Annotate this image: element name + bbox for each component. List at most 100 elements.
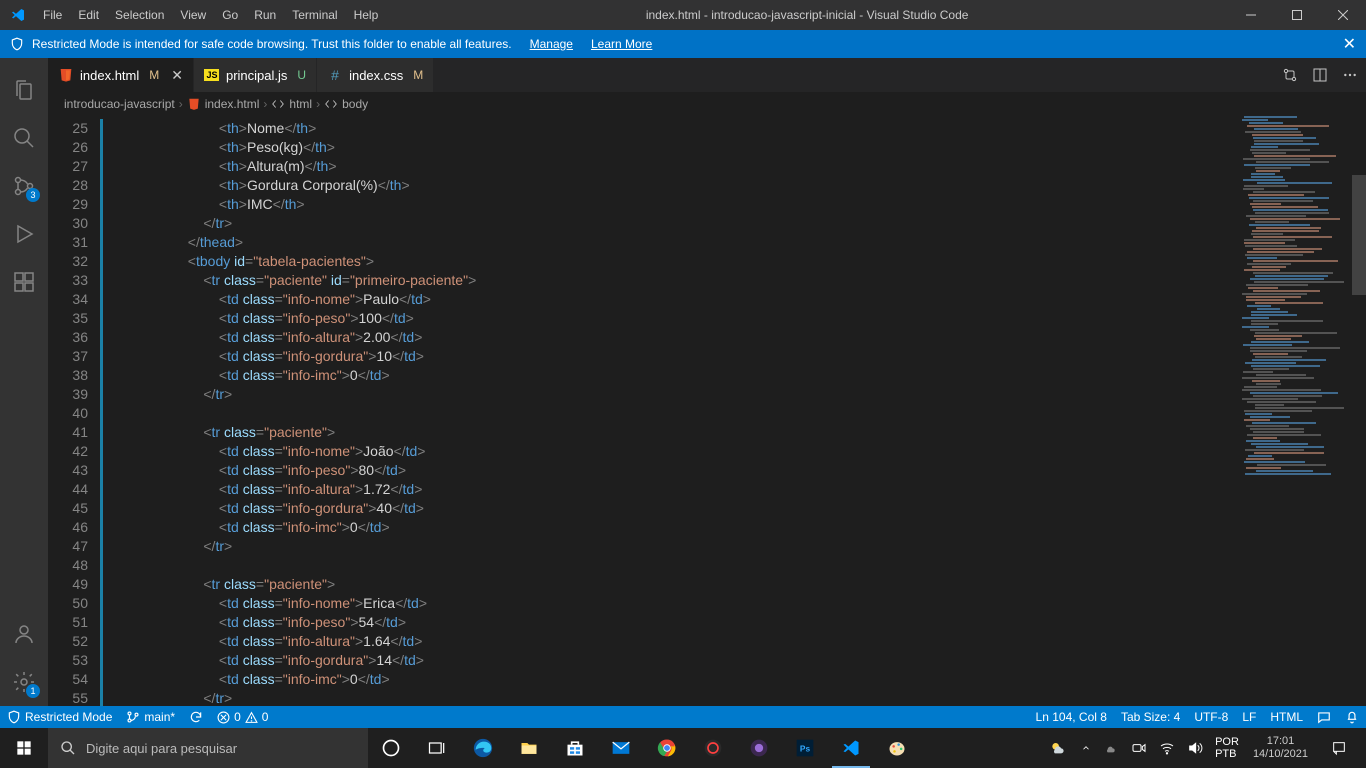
tab-label: principal.js: [226, 68, 287, 83]
breadcrumb-item[interactable]: body: [324, 97, 368, 111]
status-eol[interactable]: LF: [1235, 706, 1263, 728]
source-control-icon[interactable]: 3: [0, 162, 48, 210]
breadcrumb-separator: ›: [263, 97, 267, 111]
account-icon[interactable]: [0, 610, 48, 658]
taskbar-clock[interactable]: 17:01 14/10/2021: [1245, 735, 1316, 761]
menu-go[interactable]: Go: [214, 0, 246, 30]
breadcrumb-item[interactable]: index.html: [187, 97, 260, 111]
file-icon: #: [327, 67, 343, 83]
status-errors-count: 0: [234, 710, 241, 724]
manage-link[interactable]: Manage: [530, 37, 573, 51]
more-actions-icon[interactable]: [1342, 67, 1358, 83]
menubar: FileEditSelectionViewGoRunTerminalHelp: [35, 0, 386, 30]
menu-file[interactable]: File: [35, 0, 70, 30]
status-lncol[interactable]: Ln 104, Col 8: [1029, 706, 1114, 728]
svg-text:Ps: Ps: [800, 743, 811, 753]
window-controls: [1228, 0, 1366, 30]
menu-help[interactable]: Help: [346, 0, 387, 30]
learn-more-link[interactable]: Learn More: [591, 37, 652, 51]
app-icon-1[interactable]: [690, 728, 736, 768]
status-branch-label: main*: [144, 710, 175, 724]
tab-close-icon[interactable]: ✕: [171, 67, 183, 84]
close-banner-icon[interactable]: ✕: [1343, 34, 1356, 54]
search-placeholder: Digite aqui para pesquisar: [86, 741, 237, 756]
tab-principal-js[interactable]: JS principal.js U: [194, 58, 317, 92]
mail-icon[interactable]: [598, 728, 644, 768]
code-content[interactable]: <th>Nome</th> <th>Peso(kg)</th> <th>Altu…: [110, 115, 1366, 706]
weather-icon[interactable]: [1043, 728, 1075, 768]
extensions-icon[interactable]: [0, 258, 48, 306]
photoshop-icon[interactable]: Ps: [782, 728, 828, 768]
menu-view[interactable]: View: [172, 0, 214, 30]
paint-icon[interactable]: [874, 728, 920, 768]
app-icon-2[interactable]: [736, 728, 782, 768]
file-icon: JS: [204, 67, 220, 83]
status-problems[interactable]: 0 0: [210, 706, 275, 728]
taskbar-search[interactable]: Digite aqui para pesquisar: [48, 728, 368, 768]
onedrive-icon[interactable]: [1097, 728, 1125, 768]
edge-icon[interactable]: [460, 728, 506, 768]
compare-changes-icon[interactable]: [1282, 67, 1298, 83]
action-center-icon[interactable]: [1316, 728, 1362, 768]
meet-now-icon[interactable]: [1125, 728, 1153, 768]
search-icon[interactable]: [0, 114, 48, 162]
code-editor[interactable]: 2526272829303132333435363738394041424344…: [48, 115, 1366, 706]
task-view-icon[interactable]: [414, 728, 460, 768]
tab-index-css[interactable]: # index.css M: [317, 58, 434, 92]
store-icon[interactable]: [552, 728, 598, 768]
chrome-icon[interactable]: [644, 728, 690, 768]
tab-mod-indicator: M: [149, 68, 159, 82]
editor-scrollbar[interactable]: [1352, 115, 1366, 706]
minimap[interactable]: [1242, 115, 1352, 706]
manage-badge: 1: [26, 684, 40, 698]
menu-terminal[interactable]: Terminal: [284, 0, 345, 30]
statusbar: Restricted Mode main* 0 0 Ln 104, Col 8 …: [0, 706, 1366, 728]
cortana-icon[interactable]: [368, 728, 414, 768]
status-sync[interactable]: [182, 706, 210, 728]
status-restricted-mode[interactable]: Restricted Mode: [0, 706, 119, 728]
status-feedback-icon[interactable]: [1310, 706, 1338, 728]
split-editor-icon[interactable]: [1312, 67, 1328, 83]
breadcrumb-separator: ›: [179, 97, 183, 111]
menu-selection[interactable]: Selection: [107, 0, 172, 30]
explorer-icon[interactable]: [0, 66, 48, 114]
status-bell-icon[interactable]: [1338, 706, 1366, 728]
tab-mod-indicator: M: [413, 68, 423, 82]
tab-index-html[interactable]: index.html M ✕: [48, 58, 194, 92]
tab-mod-indicator: U: [297, 68, 306, 82]
volume-icon[interactable]: [1181, 728, 1209, 768]
status-branch[interactable]: main*: [119, 706, 182, 728]
language-indicator[interactable]: PORPTB: [1209, 728, 1245, 768]
shield-icon: [10, 37, 24, 51]
close-button[interactable]: [1320, 0, 1366, 30]
maximize-button[interactable]: [1274, 0, 1320, 30]
restricted-mode-banner: Restricted Mode is intended for safe cod…: [0, 30, 1366, 58]
window-title: index.html - introducao-javascript-inici…: [386, 8, 1228, 22]
manage-icon[interactable]: 1: [0, 658, 48, 706]
breadcrumb-separator: ›: [316, 97, 320, 111]
activitybar: 3 1: [0, 58, 48, 706]
wifi-icon[interactable]: [1153, 728, 1181, 768]
menu-run[interactable]: Run: [246, 0, 284, 30]
status-encoding[interactable]: UTF-8: [1187, 706, 1235, 728]
tray-chevron-icon[interactable]: [1075, 728, 1097, 768]
tab-actions: [1282, 58, 1366, 92]
start-button[interactable]: [0, 728, 48, 768]
menu-edit[interactable]: Edit: [70, 0, 107, 30]
banner-text: Restricted Mode is intended for safe cod…: [32, 37, 512, 51]
scm-badge: 3: [26, 188, 40, 202]
line-decorations: [100, 115, 110, 706]
status-tabsize[interactable]: Tab Size: 4: [1114, 706, 1187, 728]
scrollbar-thumb[interactable]: [1352, 175, 1366, 295]
titlebar: FileEditSelectionViewGoRunTerminalHelp i…: [0, 0, 1366, 30]
status-language[interactable]: HTML: [1263, 706, 1310, 728]
minimize-button[interactable]: [1228, 0, 1274, 30]
breadcrumb-item[interactable]: html: [271, 97, 312, 111]
breadcrumb-item[interactable]: introducao-javascript: [64, 97, 175, 111]
vscode-icon: [0, 7, 35, 23]
editor-area: index.html M ✕JS principal.js U # index.…: [48, 58, 1366, 706]
tab-label: index.css: [349, 68, 403, 83]
vscode-taskbar-icon[interactable]: [828, 728, 874, 768]
run-debug-icon[interactable]: [0, 210, 48, 258]
file-explorer-icon[interactable]: [506, 728, 552, 768]
